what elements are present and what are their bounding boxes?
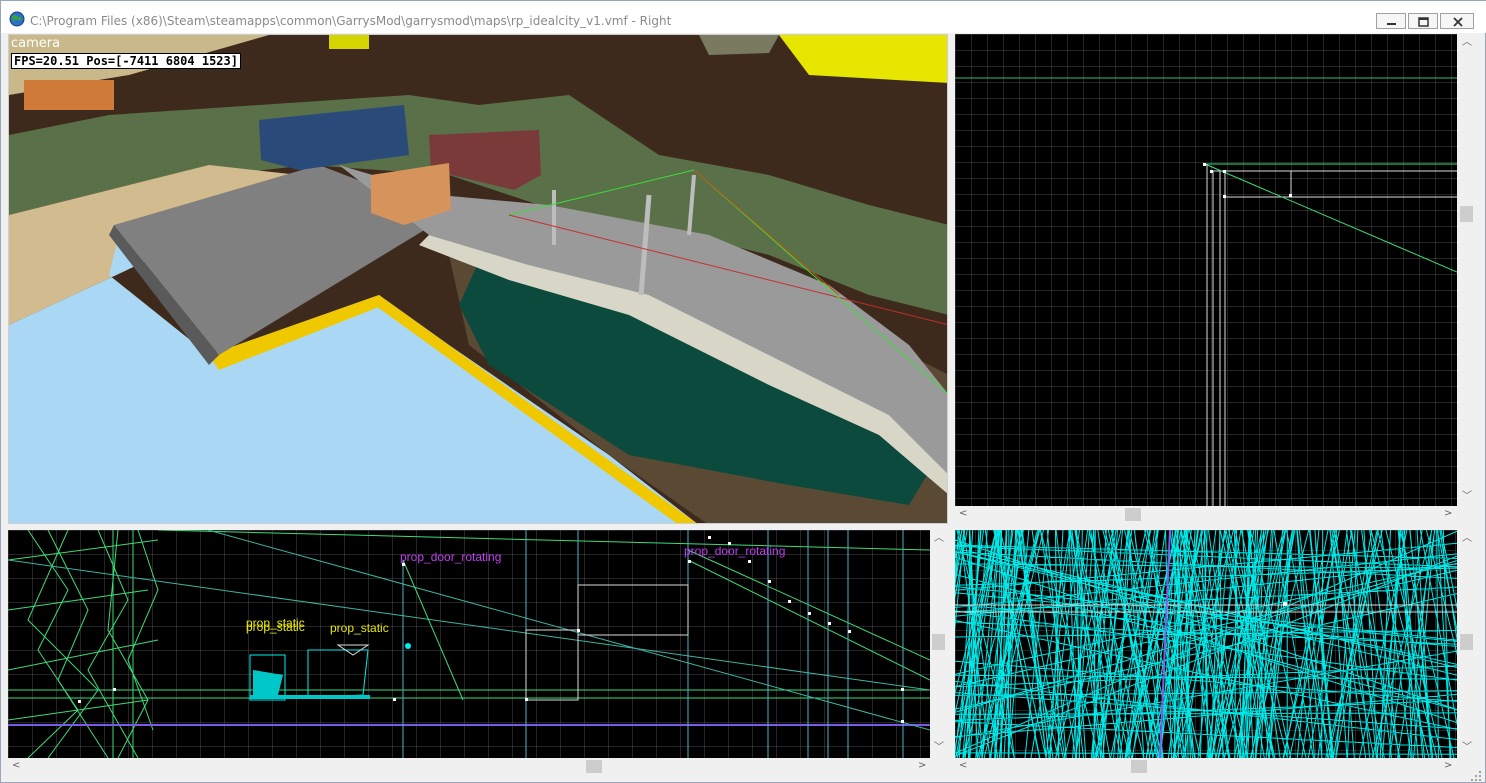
front-view-vertical-scrollbar[interactable]: ︿ ﹀ bbox=[930, 530, 947, 758]
right-2d-viewport[interactable] bbox=[955, 34, 1457, 506]
top-view-horizontal-scrollbar[interactable]: < > bbox=[955, 758, 1458, 775]
scroll-up-icon[interactable]: ︿ bbox=[934, 534, 944, 544]
minimize-icon bbox=[1387, 23, 1396, 25]
scroll-thumb[interactable] bbox=[1460, 206, 1473, 222]
entity-label: prop_static bbox=[330, 621, 389, 635]
scroll-thumb[interactable] bbox=[1460, 634, 1473, 650]
top-2d-viewport[interactable] bbox=[955, 530, 1457, 758]
right-view-horizontal-scrollbar[interactable]: < > bbox=[955, 506, 1458, 523]
fps-position-readout: FPS=20.51 Pos=[-7411 6804 1523] bbox=[11, 53, 241, 69]
front-view-grid bbox=[8, 530, 930, 758]
scroll-thumb[interactable] bbox=[932, 634, 945, 650]
scroll-left-icon[interactable]: < bbox=[959, 509, 967, 519]
entity-label: prop_door_rotating bbox=[400, 550, 502, 564]
scroll-up-icon[interactable]: ︿ bbox=[1462, 38, 1472, 48]
right-view-grid bbox=[955, 34, 1457, 506]
minimize-button[interactable] bbox=[1376, 13, 1406, 29]
resize-grip-icon[interactable] bbox=[1469, 769, 1483, 783]
scroll-right-icon[interactable]: > bbox=[918, 761, 926, 771]
scroll-up-icon[interactable]: ︿ bbox=[1462, 534, 1472, 544]
globe-icon bbox=[9, 11, 25, 27]
scroll-down-icon[interactable]: ﹀ bbox=[1462, 743, 1472, 753]
close-icon bbox=[1453, 17, 1463, 27]
scroll-thumb[interactable] bbox=[1131, 760, 1147, 773]
scroll-thumb[interactable] bbox=[1125, 508, 1141, 521]
title-bar[interactable]: C:\Program Files (x86)\Steam\steamapps\c… bbox=[1, 1, 1486, 33]
hammer-editor-window: C:\Program Files (x86)\Steam\steamapps\c… bbox=[0, 0, 1486, 783]
entity-label: prop_door_rotating bbox=[684, 544, 786, 558]
maximize-button[interactable] bbox=[1408, 13, 1438, 29]
scroll-left-icon[interactable]: < bbox=[12, 761, 20, 771]
camera-label: camera bbox=[11, 36, 61, 51]
3d-scene bbox=[9, 35, 947, 523]
top-view-vertical-scrollbar[interactable]: ︿ ﹀ bbox=[1458, 530, 1475, 758]
scroll-down-icon[interactable]: ﹀ bbox=[1462, 492, 1472, 502]
scroll-left-icon[interactable]: < bbox=[959, 761, 967, 771]
top-view-wireframe bbox=[955, 530, 1457, 758]
scroll-right-icon[interactable]: > bbox=[1444, 509, 1452, 519]
front-view-horizontal-scrollbar[interactable]: < > bbox=[8, 758, 948, 775]
front-2d-viewport[interactable]: prop_door_rotating prop_door_rotating pr… bbox=[8, 530, 930, 758]
scroll-thumb[interactable] bbox=[586, 760, 602, 773]
scroll-right-icon[interactable]: > bbox=[1444, 761, 1452, 771]
close-button[interactable] bbox=[1440, 13, 1474, 29]
entity-label: prop_static bbox=[246, 620, 305, 634]
maximize-icon bbox=[1418, 17, 1429, 27]
right-view-vertical-scrollbar[interactable]: ︿ ﹀ bbox=[1458, 34, 1475, 506]
camera-3d-viewport[interactable]: camera FPS=20.51 Pos=[-7411 6804 1523] bbox=[8, 34, 948, 524]
window-title: C:\Program Files (x86)\Steam\steamapps\c… bbox=[30, 14, 672, 28]
scroll-down-icon[interactable]: ﹀ bbox=[934, 743, 944, 753]
